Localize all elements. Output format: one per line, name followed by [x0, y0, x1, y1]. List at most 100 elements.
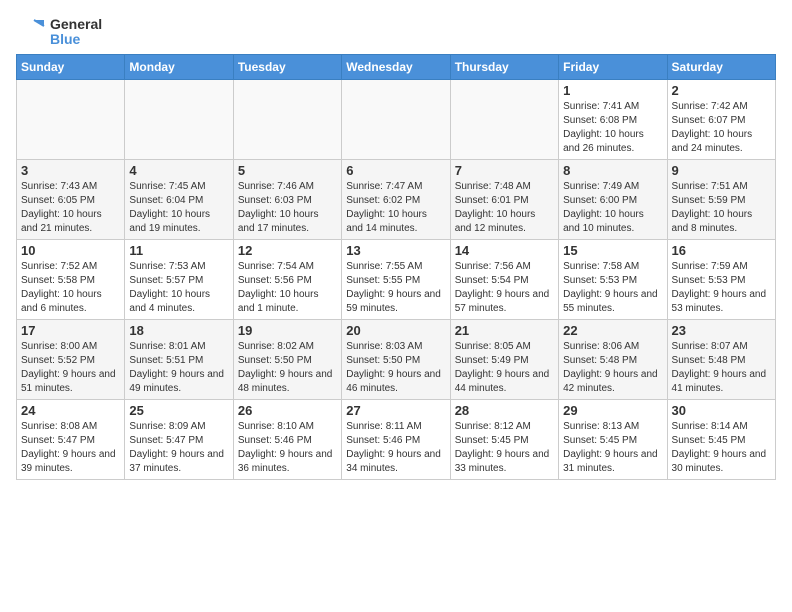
day-number: 3 [21, 163, 120, 178]
calendar-cell: 15 Sunrise: 7:58 AM Sunset: 5:53 PM Dayli… [559, 240, 667, 320]
calendar-cell: 20 Sunrise: 8:03 AM Sunset: 5:50 PM Dayli… [342, 320, 450, 400]
day-number: 1 [563, 83, 662, 98]
day-info: Sunrise: 8:11 AM Sunset: 5:46 PM Dayligh… [346, 420, 445, 476]
weekday-header: Wednesday [342, 55, 450, 80]
day-number: 10 [21, 243, 120, 258]
day-info: Sunrise: 7:46 AM Sunset: 6:03 PM Dayligh… [238, 180, 337, 236]
calendar-cell: 7 Sunrise: 7:48 AM Sunset: 6:01 PM Daylig… [450, 160, 558, 240]
day-info: Sunrise: 8:10 AM Sunset: 5:46 PM Dayligh… [238, 420, 337, 476]
day-info: Sunrise: 7:52 AM Sunset: 5:58 PM Dayligh… [21, 260, 120, 316]
header-section: General Blue [16, 16, 776, 48]
day-info: Sunrise: 7:58 AM Sunset: 5:53 PM Dayligh… [563, 260, 662, 316]
day-info: Sunrise: 8:03 AM Sunset: 5:50 PM Dayligh… [346, 340, 445, 396]
calendar-cell [233, 80, 341, 160]
calendar-cell: 16 Sunrise: 7:59 AM Sunset: 5:53 PM Dayli… [667, 240, 775, 320]
day-number: 21 [455, 323, 554, 338]
calendar-cell [450, 80, 558, 160]
day-info: Sunrise: 7:51 AM Sunset: 5:59 PM Dayligh… [672, 180, 771, 236]
calendar: SundayMondayTuesdayWednesdayThursdayFrid… [16, 54, 776, 480]
day-info: Sunrise: 8:06 AM Sunset: 5:48 PM Dayligh… [563, 340, 662, 396]
day-number: 7 [455, 163, 554, 178]
day-number: 18 [129, 323, 228, 338]
day-info: Sunrise: 8:02 AM Sunset: 5:50 PM Dayligh… [238, 340, 337, 396]
day-info: Sunrise: 7:56 AM Sunset: 5:54 PM Dayligh… [455, 260, 554, 316]
calendar-cell: 13Sunrise: 7:55 AM Sunset: 5:55 PM Dayli… [342, 240, 450, 320]
day-info: Sunrise: 7:49 AM Sunset: 6:00 PM Dayligh… [563, 180, 662, 236]
calendar-cell: 4 Sunrise: 7:45 AM Sunset: 6:04 PM Daylig… [125, 160, 233, 240]
day-number: 17 [21, 323, 120, 338]
calendar-cell [17, 80, 125, 160]
calendar-cell: 21Sunrise: 8:05 AM Sunset: 5:49 PM Dayli… [450, 320, 558, 400]
day-number: 22 [563, 323, 662, 338]
calendar-cell: 1 Sunrise: 7:41 AM Sunset: 6:08 PM Daylig… [559, 80, 667, 160]
calendar-cell: 18 Sunrise: 8:01 AM Sunset: 5:51 PM Dayli… [125, 320, 233, 400]
calendar-cell: 2 Sunrise: 7:42 AM Sunset: 6:07 PM Daylig… [667, 80, 775, 160]
day-number: 2 [672, 83, 771, 98]
logo-general: General [50, 17, 102, 32]
weekday-header: Monday [125, 55, 233, 80]
day-info: Sunrise: 7:45 AM Sunset: 6:04 PM Dayligh… [129, 180, 228, 236]
calendar-cell [125, 80, 233, 160]
calendar-cell: 19 Sunrise: 8:02 AM Sunset: 5:50 PM Dayli… [233, 320, 341, 400]
day-info: Sunrise: 7:42 AM Sunset: 6:07 PM Dayligh… [672, 100, 771, 156]
calendar-cell: 25 Sunrise: 8:09 AM Sunset: 5:47 PM Dayli… [125, 400, 233, 480]
calendar-cell: 30 Sunrise: 8:14 AM Sunset: 5:45 PM Dayli… [667, 400, 775, 480]
day-info: Sunrise: 8:14 AM Sunset: 5:45 PM Dayligh… [672, 420, 771, 476]
calendar-cell: 9Sunrise: 7:51 AM Sunset: 5:59 PM Daylig… [667, 160, 775, 240]
calendar-cell: 6 Sunrise: 7:47 AM Sunset: 6:02 PM Daylig… [342, 160, 450, 240]
day-info: Sunrise: 7:41 AM Sunset: 6:08 PM Dayligh… [563, 100, 662, 156]
calendar-cell: 23Sunrise: 8:07 AM Sunset: 5:48 PM Dayli… [667, 320, 775, 400]
day-number: 15 [563, 243, 662, 258]
day-info: Sunrise: 7:47 AM Sunset: 6:02 PM Dayligh… [346, 180, 445, 236]
day-info: Sunrise: 8:09 AM Sunset: 5:47 PM Dayligh… [129, 420, 228, 476]
calendar-cell: 5Sunrise: 7:46 AM Sunset: 6:03 PM Daylig… [233, 160, 341, 240]
day-number: 14 [455, 243, 554, 258]
day-number: 12 [238, 243, 337, 258]
logo-blue: Blue [50, 32, 102, 47]
day-info: Sunrise: 8:13 AM Sunset: 5:45 PM Dayligh… [563, 420, 662, 476]
calendar-header-row: SundayMondayTuesdayWednesdayThursdayFrid… [17, 55, 776, 80]
day-number: 24 [21, 403, 120, 418]
weekday-header: Sunday [17, 55, 125, 80]
day-number: 4 [129, 163, 228, 178]
day-number: 13 [346, 243, 445, 258]
day-number: 29 [563, 403, 662, 418]
calendar-cell: 22 Sunrise: 8:06 AM Sunset: 5:48 PM Dayli… [559, 320, 667, 400]
day-info: Sunrise: 8:08 AM Sunset: 5:47 PM Dayligh… [21, 420, 120, 476]
calendar-cell: 8Sunrise: 7:49 AM Sunset: 6:00 PM Daylig… [559, 160, 667, 240]
day-number: 11 [129, 243, 228, 258]
weekday-header: Thursday [450, 55, 558, 80]
weekday-header: Friday [559, 55, 667, 80]
calendar-cell: 3 Sunrise: 7:43 AM Sunset: 6:05 PM Daylig… [17, 160, 125, 240]
calendar-cell: 26 Sunrise: 8:10 AM Sunset: 5:46 PM Dayli… [233, 400, 341, 480]
day-number: 26 [238, 403, 337, 418]
day-info: Sunrise: 8:01 AM Sunset: 5:51 PM Dayligh… [129, 340, 228, 396]
calendar-cell: 27 Sunrise: 8:11 AM Sunset: 5:46 PM Dayli… [342, 400, 450, 480]
calendar-week-row: 10 Sunrise: 7:52 AM Sunset: 5:58 PM Dayli… [17, 240, 776, 320]
day-number: 28 [455, 403, 554, 418]
calendar-week-row: 24 Sunrise: 8:08 AM Sunset: 5:47 PM Dayli… [17, 400, 776, 480]
day-number: 16 [672, 243, 771, 258]
day-number: 30 [672, 403, 771, 418]
calendar-week-row: 17 Sunrise: 8:00 AM Sunset: 5:52 PM Dayli… [17, 320, 776, 400]
day-info: Sunrise: 8:12 AM Sunset: 5:45 PM Dayligh… [455, 420, 554, 476]
day-number: 6 [346, 163, 445, 178]
day-number: 20 [346, 323, 445, 338]
weekday-header: Saturday [667, 55, 775, 80]
weekday-header: Tuesday [233, 55, 341, 80]
calendar-cell: 10 Sunrise: 7:52 AM Sunset: 5:58 PM Dayli… [17, 240, 125, 320]
day-info: Sunrise: 7:59 AM Sunset: 5:53 PM Dayligh… [672, 260, 771, 316]
calendar-week-row: 3 Sunrise: 7:43 AM Sunset: 6:05 PM Daylig… [17, 160, 776, 240]
day-number: 27 [346, 403, 445, 418]
calendar-cell: 29 Sunrise: 8:13 AM Sunset: 5:45 PM Dayli… [559, 400, 667, 480]
day-number: 19 [238, 323, 337, 338]
day-number: 25 [129, 403, 228, 418]
calendar-cell: 14 Sunrise: 7:56 AM Sunset: 5:54 PM Dayli… [450, 240, 558, 320]
day-info: Sunrise: 7:54 AM Sunset: 5:56 PM Dayligh… [238, 260, 337, 316]
day-info: Sunrise: 7:48 AM Sunset: 6:01 PM Dayligh… [455, 180, 554, 236]
day-info: Sunrise: 7:43 AM Sunset: 6:05 PM Dayligh… [21, 180, 120, 236]
day-number: 23 [672, 323, 771, 338]
day-info: Sunrise: 8:00 AM Sunset: 5:52 PM Dayligh… [21, 340, 120, 396]
calendar-cell: 24 Sunrise: 8:08 AM Sunset: 5:47 PM Dayli… [17, 400, 125, 480]
calendar-cell: 28 Sunrise: 8:12 AM Sunset: 5:45 PM Dayli… [450, 400, 558, 480]
